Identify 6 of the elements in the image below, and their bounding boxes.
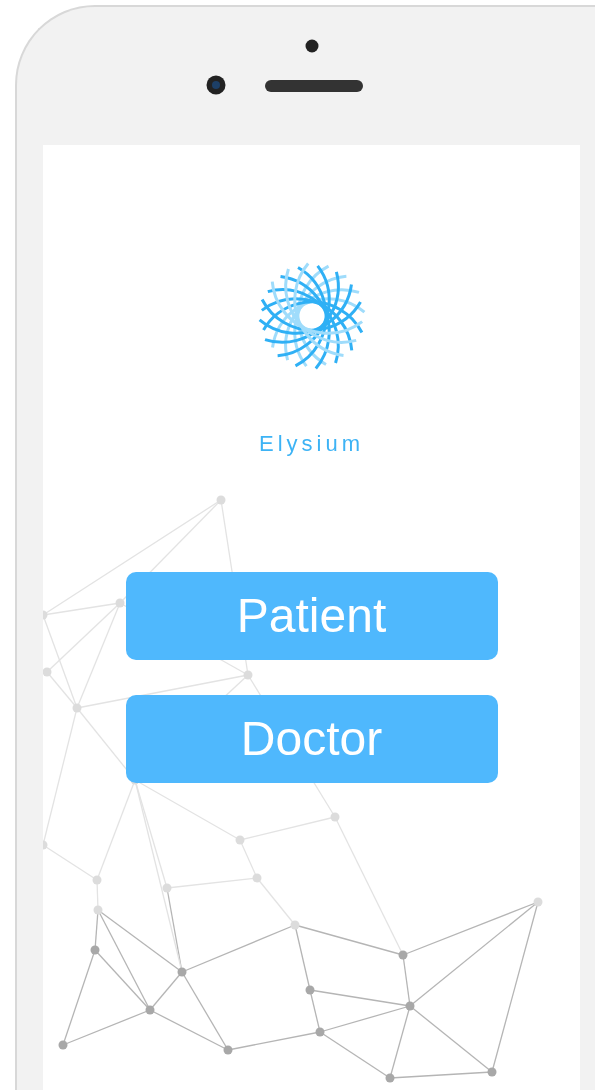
speaker-icon [265,80,363,92]
role-button[interactable]: Patient [125,572,498,660]
role-button[interactable]: Doctor [125,695,498,783]
brand-name: Elysium [259,430,364,458]
camera-icon [206,75,226,95]
sensor-icon [305,39,319,53]
